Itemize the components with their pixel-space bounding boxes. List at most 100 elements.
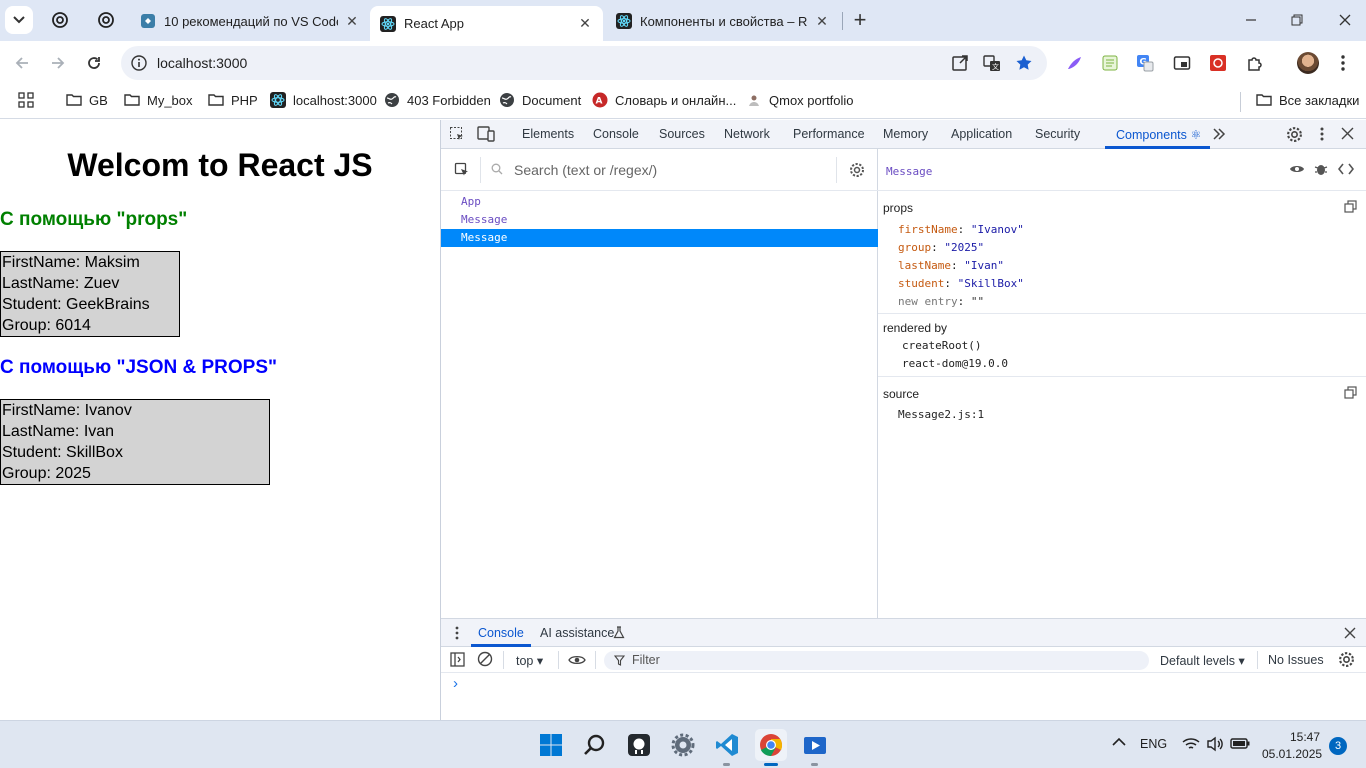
prop-row[interactable]: group: "2025"	[898, 241, 984, 254]
prop-row[interactable]: student: "SkillBox"	[898, 277, 1024, 290]
bookmark-document[interactable]: Document	[499, 92, 581, 108]
copy-icon[interactable]	[1344, 200, 1357, 213]
inspect-element-icon[interactable]	[449, 126, 465, 142]
bookmark-403[interactable]: 403 Forbidden	[384, 92, 491, 108]
prop-value[interactable]: ""	[971, 295, 984, 308]
minimize-button[interactable]	[1236, 5, 1266, 35]
translate-icon[interactable]: 文	[983, 54, 1001, 72]
extension-sheet-button[interactable]	[1095, 48, 1125, 78]
pinned-tab-chatgpt[interactable]	[44, 6, 76, 34]
volume-icon[interactable]	[1206, 736, 1224, 752]
wifi-icon[interactable]	[1182, 737, 1200, 751]
tab-application[interactable]: Application	[951, 127, 1012, 141]
tab-components[interactable]: Components ⚛	[1116, 127, 1202, 142]
sidebar-toggle-icon[interactable]	[450, 652, 465, 667]
start-button[interactable]	[535, 729, 567, 761]
close-drawer-icon[interactable]	[1344, 627, 1356, 639]
more-tabs-icon[interactable]	[1212, 127, 1226, 141]
bookmark-star-icon[interactable]	[1015, 54, 1033, 72]
extensions-button[interactable]	[1240, 48, 1270, 78]
address-bar[interactable]: localhost:3000 文	[121, 46, 1047, 80]
tab-sources[interactable]: Sources	[659, 127, 705, 141]
extension-feather-button[interactable]	[1059, 48, 1089, 78]
bookmark-my-box[interactable]: My_box	[124, 92, 193, 108]
device-toolbar-icon[interactable]	[477, 126, 495, 142]
extension-translate-button[interactable]: G	[1130, 48, 1160, 78]
new-prop-row[interactable]: new entry: ""	[898, 295, 984, 308]
language-indicator[interactable]: ENG	[1140, 737, 1167, 751]
pinned-tab-chatgpt-2[interactable]	[90, 6, 122, 34]
bookmark-dictionary[interactable]: A Словарь и онлайн...	[592, 92, 736, 108]
prop-value[interactable]: "SkillBox"	[958, 277, 1024, 290]
eye-icon[interactable]	[568, 654, 586, 666]
component-search-input[interactable]: Search (text or /regex/)	[514, 162, 657, 178]
tab-memory[interactable]: Memory	[883, 127, 928, 141]
chrome-menu-button[interactable]	[1328, 48, 1358, 78]
open-in-app-icon[interactable]	[951, 54, 969, 72]
tab-console[interactable]: Console	[593, 127, 639, 141]
bookmark-php[interactable]: PHP	[208, 92, 258, 108]
tab-search-button[interactable]	[4, 6, 34, 34]
copy-icon[interactable]	[1344, 386, 1357, 399]
close-window-button[interactable]	[1330, 5, 1360, 35]
forward-button[interactable]	[43, 48, 73, 78]
taskbar-chrome[interactable]	[755, 729, 787, 766]
notification-badge[interactable]: 3	[1329, 737, 1347, 755]
prop-row[interactable]: lastName: "Ivan"	[898, 259, 1004, 272]
tab-performance[interactable]: Performance	[793, 127, 865, 141]
tree-item-app[interactable]: App	[441, 193, 878, 211]
bug-icon[interactable]	[1314, 162, 1328, 176]
close-devtools-icon[interactable]	[1341, 127, 1354, 140]
drawer-tab-ai-assistance[interactable]: AI assistance	[540, 626, 614, 640]
tray-chevron-up-icon[interactable]	[1112, 737, 1126, 746]
drawer-tab-console[interactable]: Console	[478, 626, 524, 640]
all-bookmarks[interactable]: Все закладки	[1256, 92, 1359, 108]
prop-value[interactable]: "Ivan"	[964, 259, 1004, 272]
console-prompt[interactable]: ›	[453, 675, 458, 692]
clock-date[interactable]: 05.01.2025	[1262, 747, 1322, 761]
restore-button[interactable]	[1282, 5, 1312, 35]
console-filter-input[interactable]: Filter	[604, 651, 1149, 670]
taskbar-media-player[interactable]	[799, 729, 831, 766]
tab-security[interactable]: Security	[1035, 127, 1080, 141]
taskbar-search-button[interactable]	[579, 729, 611, 761]
site-info-icon[interactable]	[131, 55, 147, 71]
log-levels-dropdown[interactable]: Default levels ▾	[1160, 653, 1245, 668]
settings-gear-icon[interactable]	[1338, 651, 1355, 668]
tab-elements[interactable]: Elements	[522, 127, 574, 141]
taskbar-vscode[interactable]	[711, 729, 743, 766]
profile-button[interactable]	[1293, 48, 1323, 78]
kebab-menu-icon[interactable]	[1320, 127, 1324, 141]
context-selector[interactable]: top ▾	[516, 653, 543, 668]
taskbar-settings[interactable]	[667, 729, 699, 761]
clear-console-icon[interactable]	[477, 651, 493, 667]
new-tab-button[interactable]: +	[845, 5, 875, 35]
bookmark-localhost[interactable]: localhost:3000	[270, 92, 377, 108]
source-location[interactable]: Message2.js:1	[898, 408, 984, 421]
prop-value[interactable]: "2025"	[944, 241, 984, 254]
tree-item-message-selected[interactable]: Message	[441, 229, 878, 247]
prop-value[interactable]: "Ivanov"	[971, 223, 1024, 236]
extension-red-button[interactable]	[1203, 48, 1233, 78]
tab-react-app[interactable]: React App ✕	[370, 6, 603, 41]
reload-button[interactable]	[79, 48, 109, 78]
tree-item-message[interactable]: Message	[441, 211, 878, 229]
close-icon[interactable]: ✕	[577, 15, 593, 32]
settings-gear-icon[interactable]	[849, 162, 865, 178]
close-icon[interactable]: ✕	[344, 13, 360, 30]
settings-gear-icon[interactable]	[1286, 126, 1303, 143]
select-component-icon[interactable]	[454, 162, 470, 178]
clock-time[interactable]: 15:47	[1290, 730, 1320, 744]
taskbar-github-desktop[interactable]	[623, 729, 655, 761]
kebab-menu-icon[interactable]	[455, 626, 459, 640]
eye-icon[interactable]	[1289, 163, 1305, 175]
issues-counter[interactable]: No Issues	[1268, 653, 1324, 667]
view-source-icon[interactable]	[1338, 163, 1354, 175]
apps-button[interactable]	[18, 92, 34, 108]
tab-vscode-article[interactable]: 10 рекомендаций по VS Code ✕	[130, 6, 370, 36]
prop-row[interactable]: firstName: "Ivanov"	[898, 223, 1024, 236]
close-icon[interactable]: ✕	[814, 13, 830, 30]
tab-react-docs[interactable]: Компоненты и свойства – Rea ✕	[606, 6, 840, 36]
back-button[interactable]	[7, 48, 37, 78]
tab-network[interactable]: Network	[724, 127, 770, 141]
